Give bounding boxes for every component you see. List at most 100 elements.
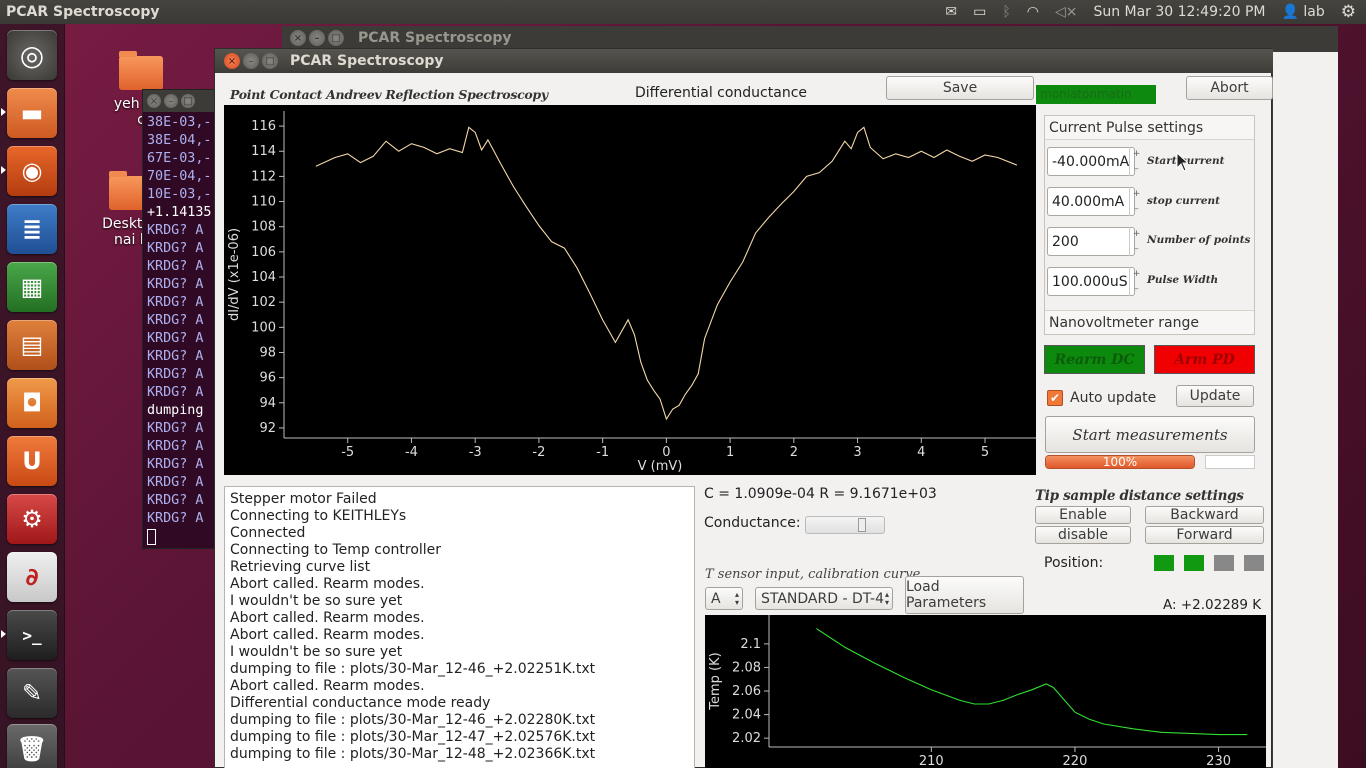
gear-icon[interactable]: ⚙ bbox=[1341, 2, 1356, 22]
y-tick-label: 110 bbox=[251, 195, 276, 210]
writer-icon: ≣ bbox=[21, 215, 43, 243]
wifi-icon[interactable]: ◠ bbox=[1027, 4, 1039, 20]
stop-current-stepper[interactable]: + – bbox=[1129, 187, 1143, 216]
close-icon[interactable]: × bbox=[147, 94, 161, 108]
folder-icon: ▬ bbox=[20, 99, 44, 127]
pdf-reader-launcher[interactable]: ∂ bbox=[7, 552, 57, 602]
ubuntu-icon: ◎ bbox=[19, 38, 45, 72]
backward-button[interactable]: Backward bbox=[1145, 506, 1264, 524]
pcar-window[interactable]: × – □ PCAR Spectroscopy Point Contact An… bbox=[214, 48, 1273, 768]
increment-icon: + bbox=[1132, 229, 1141, 239]
writer-launcher[interactable]: ≣ bbox=[7, 204, 57, 254]
log-line: dumping to file : plots/30-Mar_12-48_+2.… bbox=[230, 746, 596, 762]
y-tick-label: 112 bbox=[251, 169, 276, 184]
ubuntu-one-launcher[interactable]: U bbox=[7, 436, 57, 486]
log-line: Retrieving curve list bbox=[230, 559, 371, 575]
channel-select[interactable]: A ▴ ▾ bbox=[705, 587, 743, 610]
start-measurements-button[interactable]: Start measurements bbox=[1045, 416, 1255, 453]
mouse-cursor-icon bbox=[1176, 152, 1188, 172]
start-current-stepper[interactable]: + – bbox=[1129, 147, 1143, 176]
position-label: Position: bbox=[1044, 555, 1104, 571]
load-parameters-button[interactable]: Load Parameters bbox=[905, 576, 1024, 614]
update-button[interactable]: Update bbox=[1176, 385, 1254, 407]
mail-icon[interactable]: ✉ bbox=[945, 4, 957, 20]
terminal-cursor bbox=[147, 529, 156, 545]
battery-icon[interactable]: ▭ bbox=[973, 4, 986, 20]
bluetooth-icon[interactable]: ᛒ bbox=[1002, 4, 1010, 20]
maximize-icon[interactable]: □ bbox=[262, 53, 278, 69]
text-editor-launcher[interactable]: ✎ bbox=[7, 668, 57, 718]
x-tick-label: 210 bbox=[919, 754, 944, 768]
x-tick-label: -3 bbox=[469, 445, 482, 460]
log-output[interactable]: Stepper motor Failed Connecting to KEITHL… bbox=[224, 486, 695, 768]
minimize-icon[interactable]: – bbox=[243, 53, 259, 69]
log-line: Abort called. Rearm modes. bbox=[230, 610, 425, 626]
y-tick-label: 108 bbox=[251, 220, 276, 235]
x-tick-label: -4 bbox=[405, 445, 418, 460]
log-line: Connecting to KEITHLEYs bbox=[230, 508, 407, 524]
pulse-width-input[interactable]: 100.000uS bbox=[1047, 267, 1135, 296]
minimize-icon[interactable]: – bbox=[164, 94, 178, 108]
num-points-stepper[interactable]: + – bbox=[1129, 227, 1143, 256]
pulse-width-stepper[interactable]: + – bbox=[1129, 267, 1143, 296]
close-icon[interactable]: × bbox=[290, 30, 306, 46]
temperature-reading: A: +2.02289 K bbox=[1163, 597, 1262, 613]
maximize-icon[interactable]: □ bbox=[181, 94, 195, 108]
log-line: Connecting to Temp controller bbox=[230, 542, 442, 558]
window-titlebar[interactable]: × – □ PCAR Spectroscopy bbox=[215, 49, 1273, 73]
abort-button[interactable]: Abort bbox=[1186, 76, 1273, 100]
cr-readout: C = 1.0909e-04 R = 9.1671e+03 bbox=[704, 486, 937, 502]
rearm-dc-button[interactable]: Rearm DC bbox=[1044, 345, 1145, 374]
x-tick-label: 230 bbox=[1206, 754, 1231, 768]
user-name: lab bbox=[1303, 4, 1325, 20]
checkmark-icon: ✔ bbox=[1049, 391, 1061, 405]
auto-update-checkbox[interactable]: ✔ bbox=[1047, 390, 1063, 406]
shopping-bag-icon: ◘ bbox=[21, 389, 43, 417]
num-points-input[interactable]: 200 bbox=[1047, 227, 1135, 256]
impress-launcher[interactable]: ▤ bbox=[7, 320, 57, 370]
x-tick-label: 0 bbox=[662, 445, 670, 460]
user-menu[interactable]: 👤 lab bbox=[1282, 4, 1325, 20]
impress-icon: ▤ bbox=[20, 331, 44, 359]
position-indicator-2 bbox=[1184, 555, 1204, 571]
y-axis-label: dI/dV (x1e-06) bbox=[227, 228, 242, 321]
firefox-launcher[interactable]: ◉ bbox=[7, 146, 57, 196]
nanovoltmeter-range-tab[interactable]: Nanovoltmeter range bbox=[1045, 310, 1254, 334]
close-icon[interactable]: × bbox=[224, 53, 240, 69]
arm-pd-button[interactable]: Arm PD bbox=[1154, 345, 1255, 374]
clock[interactable]: Sun Mar 30 12:49:20 PM bbox=[1093, 4, 1265, 20]
files-launcher[interactable]: ▬ bbox=[7, 88, 57, 138]
dash-button[interactable]: ◎ bbox=[7, 30, 57, 80]
y-tick-label: 2.1 bbox=[740, 637, 761, 652]
stop-current-input[interactable]: 40.000mA bbox=[1047, 187, 1135, 216]
forward-button[interactable]: Forward bbox=[1145, 526, 1264, 544]
minimize-icon[interactable]: – bbox=[309, 30, 325, 46]
enable-button[interactable]: Enable bbox=[1035, 506, 1131, 524]
log-line: Connected bbox=[230, 525, 306, 541]
slider-handle[interactable] bbox=[858, 518, 866, 532]
x-tick-label: -1 bbox=[596, 445, 609, 460]
save-button[interactable]: Save bbox=[886, 76, 1034, 100]
y-tick-label: 92 bbox=[259, 421, 276, 436]
maximize-icon[interactable]: □ bbox=[328, 30, 344, 46]
app-heading: Point Contact Andreev Reflection Spectro… bbox=[230, 87, 548, 102]
increment-icon: + bbox=[1132, 269, 1141, 279]
trash-launcher[interactable]: 🗑 bbox=[7, 724, 57, 768]
ubuntu-one-icon: U bbox=[22, 447, 42, 475]
conductance-slider[interactable] bbox=[805, 516, 885, 534]
temperature-plot[interactable]: 210 220 230 2.02 2.04 2.06 2.08 2.1 Temp (K) bbox=[705, 615, 1266, 768]
start-current-input[interactable]: -40.000mA bbox=[1047, 147, 1135, 176]
background-window-title: PCAR Spectroscopy bbox=[358, 30, 512, 46]
calc-launcher[interactable]: ▦ bbox=[7, 262, 57, 312]
curve-select[interactable]: STANDARD - DT-4 ▴ ▾ bbox=[755, 587, 893, 610]
y-tick-label: 102 bbox=[251, 295, 276, 310]
decrement-icon: – bbox=[1134, 244, 1139, 254]
software-center-launcher[interactable]: ◘ bbox=[7, 378, 57, 428]
conductance-plot[interactable]: -5 -4 -3 -2 -1 0 1 2 3 4 5 92 94 96 98 100 102 104 106 108 1… bbox=[224, 105, 1036, 475]
y-tick-label: 2.02 bbox=[732, 731, 761, 746]
volume-muted-icon[interactable]: ◁× bbox=[1055, 4, 1078, 20]
terminal-launcher[interactable]: >_ bbox=[7, 610, 57, 660]
settings-launcher[interactable]: ⚙ bbox=[7, 494, 57, 544]
x-tick-label: 2 bbox=[790, 445, 798, 460]
disable-button[interactable]: disable bbox=[1035, 526, 1131, 544]
